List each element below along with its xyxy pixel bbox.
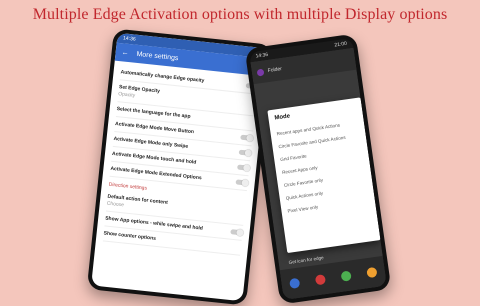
phone-right: 14:36 21:00 Folder Mode Recent apps and … — [244, 33, 392, 305]
right-screen: 14:36 21:00 Folder Mode Recent apps and … — [249, 37, 387, 301]
page-title: Multiple Edge Activation options with mu… — [32, 6, 448, 23]
app-bar-title: More settings — [136, 50, 179, 62]
back-arrow-icon[interactable]: ← — [121, 49, 129, 57]
app-icon[interactable] — [340, 270, 352, 282]
header-label: Folder — [267, 66, 283, 74]
mode-dialog: Mode Recent apps and Quick Actions Circl… — [267, 97, 381, 254]
app-icon[interactable] — [314, 274, 327, 286]
phone-left: 14:36 ● ← More settings Automatically ch… — [86, 28, 274, 306]
left-screen: 14:36 ● ← More settings Automatically ch… — [91, 32, 269, 302]
status-icons: 21:00 — [334, 40, 348, 49]
app-icon[interactable] — [256, 68, 265, 77]
settings-list: Automatically change Edge opacity Set Ed… — [95, 61, 266, 261]
status-time: 14:36 — [255, 51, 269, 60]
app-icon[interactable] — [289, 277, 301, 290]
status-time: 14:36 — [122, 35, 136, 43]
app-icon[interactable] — [366, 266, 378, 279]
